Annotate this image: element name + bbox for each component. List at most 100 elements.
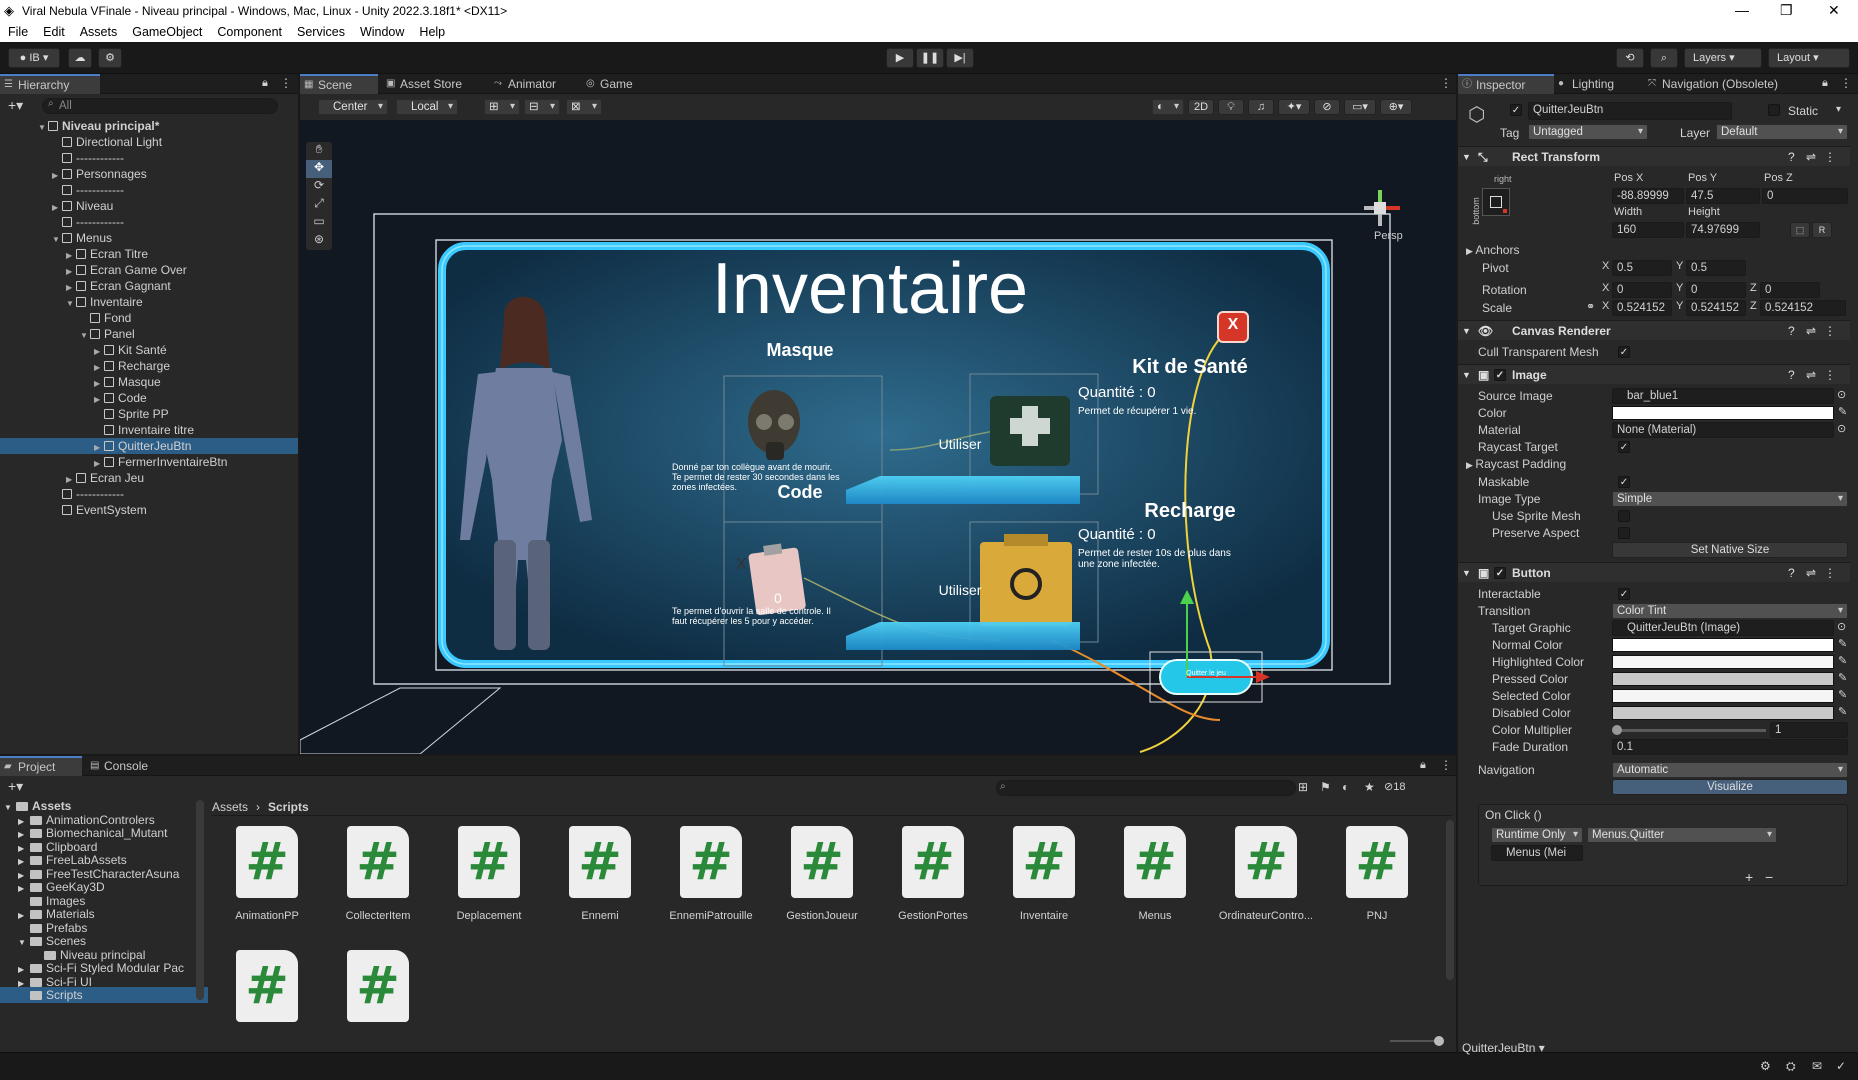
image-header[interactable]: ▼ ▣ ✓ Image ? ⇌ ⋮ [1458,364,1850,384]
preset-icon[interactable]: ⇌ [1806,147,1816,167]
tab-console[interactable]: ▤ Console [86,756,166,776]
eyedropper-icon[interactable]: ✎ [1838,671,1847,684]
minimize-icon[interactable]: — [1735,2,1749,18]
lock-icon[interactable]: 🔒︎ [1822,77,1828,90]
kebab-menu-icon[interactable]: ⋮ [1824,365,1836,385]
icon-size-slider[interactable] [1390,1036,1444,1046]
add-icon[interactable]: +▾ [8,97,23,114]
tab-project[interactable]: ▰ Project [0,756,82,776]
target-graphic-field[interactable]: QuitterJeuBtn (Image) [1612,620,1834,636]
hierarchy-item[interactable]: Fond [0,310,298,326]
target-object-field[interactable]: Menus (Mei [1491,845,1583,861]
favorite-icon[interactable]: ★ [1364,780,1375,794]
hierarchy-item[interactable]: ▶ QuitterJeuBtn [0,438,298,454]
camera-dropdown-icon[interactable]: ▭▾ [1344,99,1376,115]
draw-mode-dropdown[interactable]: ◐ [1152,99,1184,115]
collab-icon[interactable]: ⚙ [98,48,122,68]
step-button[interactable]: ▶| [946,48,974,68]
hierarchy-item[interactable]: ▶ Recharge [0,358,298,374]
hierarchy-item[interactable]: ▼ Inventaire [0,294,298,310]
use-button-1[interactable]: Utiliser [900,436,1020,452]
effects-dropdown-icon[interactable]: ✦▾ [1278,99,1310,115]
hierarchy-item[interactable]: ▼ Niveau principal* [0,118,298,134]
collab-status-icon[interactable]: ✓ [1836,1059,1846,1073]
transition-dropdown[interactable]: Color Tint [1612,603,1848,619]
active-checkbox[interactable]: ✓ [1510,104,1522,116]
pivot-y-field[interactable]: 0.5 [1686,260,1746,276]
close-inventory-button[interactable]: X [1218,316,1248,334]
quit-game-button[interactable]: Quitter le jeu [1160,670,1252,677]
rect-transform-header[interactable]: ▼ ⤡ Rect Transform ? ⇌ ⋮ [1458,146,1850,166]
scale-y-field[interactable]: 0.524152 [1686,300,1746,316]
script-asset[interactable]: # [1346,826,1408,898]
remove-event-icon[interactable]: − [1765,869,1773,885]
audio-toggle-icon[interactable]: ♫ [1248,99,1274,115]
script-asset[interactable]: # [902,826,964,898]
lock-icon[interactable]: 🔒︎ [262,77,268,90]
object-picker-icon[interactable]: ⊙ [1837,422,1846,435]
menu-gameobject[interactable]: GameObject [124,22,209,39]
script-asset[interactable]: # [1013,826,1075,898]
breadcrumb-scripts[interactable]: Scripts [268,800,309,814]
script-asset[interactable]: # [569,826,631,898]
help-icon[interactable]: ? [1788,147,1795,167]
transform-tool-icon[interactable]: ⊛ [306,232,332,250]
breadcrumb-assets[interactable]: Assets [212,800,248,814]
posx-field[interactable]: -88.89999 [1612,188,1684,204]
menu-file[interactable]: File [0,22,35,39]
maskable-checkbox[interactable]: ✓ [1618,476,1630,488]
hierarchy-item[interactable]: ▼ Panel [0,326,298,342]
kebab-menu-icon[interactable]: ⋮ [1824,321,1836,341]
menu-window[interactable]: Window [352,22,411,39]
hierarchy-item[interactable]: ------------ [0,486,298,502]
pressed-color-swatch[interactable] [1612,672,1834,686]
preserve-aspect-checkbox[interactable] [1618,527,1630,539]
hierarchy-item[interactable]: Inventaire titre [0,422,298,438]
layout-dropdown[interactable]: Layout ▾ [1768,48,1850,68]
preset-icon[interactable]: ⇌ [1806,321,1816,341]
color-swatch[interactable] [1612,406,1834,420]
add-event-icon[interactable]: + [1745,869,1753,885]
fade-duration-field[interactable]: 0.1 [1612,739,1848,755]
hierarchy-item[interactable]: ------------ [0,182,298,198]
hidden-packages-icon[interactable]: ⊘18 [1384,780,1405,793]
hand-tool-icon[interactable]: ✋︎ [306,142,332,160]
posz-field[interactable]: 0 [1762,188,1848,204]
tab-game[interactable]: ◎ Game [582,74,660,94]
width-field[interactable]: 160 [1612,222,1684,238]
debug-icon[interactable]: ⛭ [1786,1059,1796,1074]
hierarchy-item[interactable]: ▼ Menus [0,230,298,246]
eyedropper-icon[interactable]: ✎ [1838,637,1847,650]
lighting-toggle-icon[interactable]: 💡︎ [1218,99,1244,115]
maximize-icon[interactable]: ❐ [1780,2,1793,19]
script-asset[interactable]: # [1235,826,1297,898]
space-dropdown[interactable]: Local [396,99,458,115]
kebab-menu-icon[interactable]: ⋮ [1440,76,1452,90]
kebab-menu-icon[interactable]: ⋮ [1440,758,1452,772]
slider-thumb[interactable] [1612,725,1622,735]
pause-button[interactable]: ❚❚ [916,48,944,68]
hierarchy-item[interactable]: ▶ FermerInventaireBtn [0,454,298,470]
use-sprite-mesh-checkbox[interactable] [1618,510,1630,522]
tree-scrollbar[interactable] [196,800,204,1000]
hierarchy-item[interactable]: Directional Light [0,134,298,150]
kebab-menu-icon[interactable]: ⋮ [1840,76,1852,90]
tag-dropdown[interactable]: Untagged [1528,124,1648,140]
hierarchy-item[interactable]: ▶ Kit Santé [0,342,298,358]
play-button[interactable]: ▶ [886,48,914,68]
menu-help[interactable]: Help [411,22,452,39]
cull-checkbox[interactable]: ✓ [1618,346,1630,358]
rotate-tool-icon[interactable]: ⟳ [306,178,332,196]
hierarchy-item[interactable]: ▶ Code [0,390,298,406]
script-asset[interactable]: # [347,826,409,898]
pivot-x-field[interactable]: 0.5 [1612,260,1672,276]
set-native-size-button[interactable]: Set Native Size [1612,542,1848,558]
eyedropper-icon[interactable]: ✎ [1838,654,1847,667]
layers-dropdown[interactable]: Layers ▾ [1684,48,1762,68]
runtime-dropdown[interactable]: Runtime Only [1491,827,1583,843]
tab-hierarchy[interactable]: ☰ Hierarchy [0,74,100,94]
hidden-objects-icon[interactable]: ⊘ [1314,99,1340,115]
rect-tool-icon[interactable]: ▭ [306,214,332,232]
hierarchy-search-input[interactable]: All [42,98,278,114]
anchor-preset-button[interactable] [1482,188,1510,216]
